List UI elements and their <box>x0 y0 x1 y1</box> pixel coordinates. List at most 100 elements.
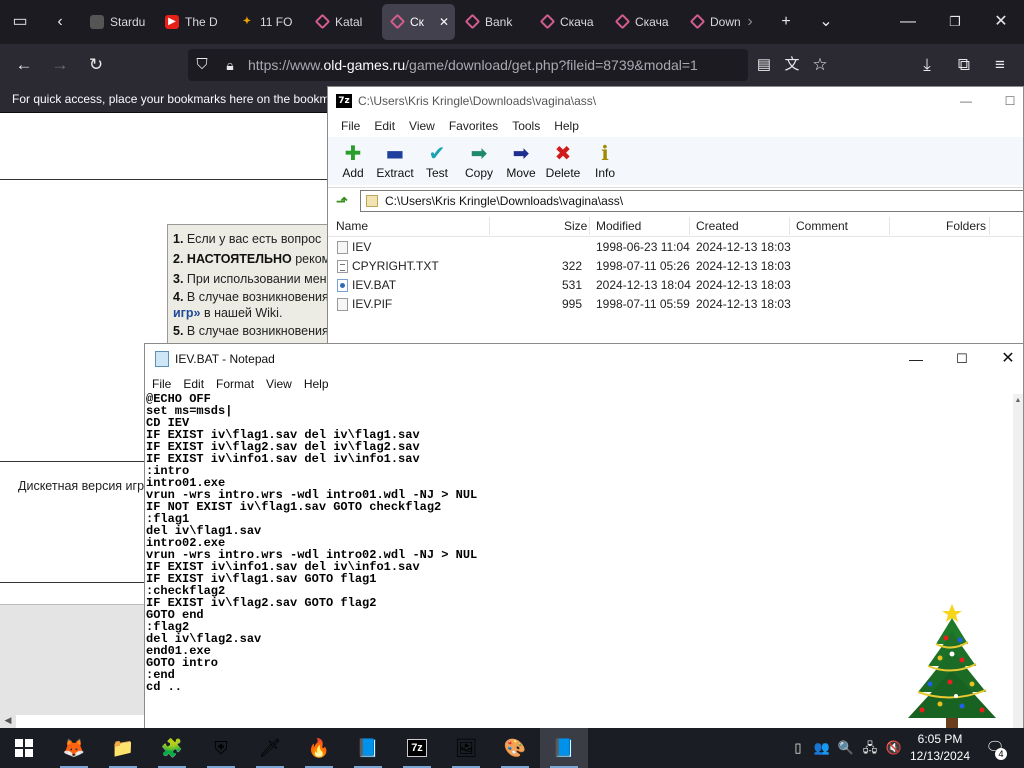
app2-icon[interactable]: 🖼 <box>442 728 490 768</box>
notepad-active-icon[interactable]: 📘 <box>540 728 588 768</box>
sevenzip-title-bar[interactable]: 7z C:\Users\Kris Kringle\Downloads\vagin… <box>328 87 1023 115</box>
translate-icon[interactable]: 文 <box>780 53 804 77</box>
test-button[interactable]: ✔ Test <box>416 137 458 185</box>
menu-view[interactable]: View <box>260 374 298 394</box>
browser-tab[interactable]: Скача <box>532 4 605 40</box>
menu-file[interactable]: File <box>146 374 177 394</box>
maximize-icon[interactable]: ☐ <box>939 344 985 374</box>
close-tab-icon[interactable]: ✕ <box>439 4 449 40</box>
tab-scroll-left-icon[interactable]: ‹ <box>48 10 72 34</box>
browser-tab[interactable]: Скача <box>607 4 680 40</box>
browser-tab[interactable]: ✦ 11 FO <box>232 4 305 40</box>
extensions-icon[interactable]: ⧉ <box>952 53 976 77</box>
minimize-icon[interactable]: — <box>956 91 976 111</box>
game2-icon[interactable]: 🔥 <box>295 728 343 768</box>
reader-view-icon[interactable]: ▤ <box>752 53 776 77</box>
bookmark-star-icon[interactable]: ☆ <box>808 53 832 77</box>
extract-button[interactable]: ▬ Extract <box>374 137 416 185</box>
url-bar[interactable]: ⛉ 🔒︎ https://www.old-games.ru/game/downl… <box>188 49 748 81</box>
folder-up-icon[interactable]: ⬏ <box>332 191 352 211</box>
app-icon[interactable]: 🧩 <box>148 728 196 768</box>
column-name[interactable]: Name <box>336 215 368 237</box>
file-row[interactable]: IEV.PIF 995 1998-07-11 05:59 2024-12-13 18:… <box>328 295 1023 314</box>
game-icon[interactable]: 🗡 <box>246 728 294 768</box>
column-modified[interactable]: Modified <box>596 215 641 237</box>
tab-scroll-right-icon[interactable]: › <box>738 10 762 34</box>
menu-icon[interactable]: ≡ <box>988 53 1012 77</box>
menu-file[interactable]: File <box>334 115 367 137</box>
floppy-version-label[interactable]: Дискетная версия игр <box>18 479 144 493</box>
downloads-icon[interactable]: ⤓ <box>915 53 939 77</box>
info-button[interactable]: ℹ Info <box>584 137 626 185</box>
back-icon[interactable]: ← <box>12 53 36 77</box>
menu-edit[interactable]: Edit <box>177 374 210 394</box>
path-input[interactable]: C:\Users\Kris Kringle\Downloads\vagina\a… <box>360 190 1023 212</box>
tab-strip: Stardu ▶ The D ✦ 11 FO Katal Ск ✕ Bank Скача Скача… <box>82 4 757 40</box>
restore-icon[interactable]: ❐ <box>943 10 967 34</box>
move-button[interactable]: ➡ Move <box>500 137 542 185</box>
delete-button[interactable]: ✖ Delete <box>542 137 584 185</box>
file-explorer-icon[interactable]: 📁 <box>99 728 147 768</box>
close-window-icon[interactable]: ✕ <box>989 10 1013 34</box>
file-row[interactable]: CPYRIGHT.TXT 322 1998-07-11 05:26 2024-12-1… <box>328 257 1023 276</box>
sevenzip-menu-bar: File Edit View Favorites Tools Help <box>328 115 1023 137</box>
close-icon[interactable]: ✕ <box>985 344 1023 374</box>
firefox-icon[interactable]: 🦊 <box>50 728 98 768</box>
column-comment[interactable]: Comment <box>796 215 848 237</box>
minimize-icon[interactable]: — <box>896 10 920 34</box>
paint-icon[interactable]: 🎨 <box>491 728 539 768</box>
scroll-left-icon[interactable]: ◀ <box>0 712 16 728</box>
column-created[interactable]: Created <box>696 215 739 237</box>
add-button[interactable]: ✚ Add <box>332 137 374 185</box>
menu-favorites[interactable]: Favorites <box>442 115 505 137</box>
browser-tab[interactable]: Stardu <box>82 4 155 40</box>
tab-overview-icon[interactable]: ▭ <box>8 10 32 34</box>
vertical-scrollbar[interactable]: ▲ <box>1013 394 1023 728</box>
network-icon[interactable]: 🖧 <box>860 738 880 758</box>
shield-icon[interactable]: ⛨ <box>197 728 245 768</box>
lock-icon[interactable]: 🔒︎ <box>218 53 242 77</box>
7zip-icon[interactable]: 7z <box>393 728 441 768</box>
old-games-icon <box>539 13 556 30</box>
menu-tools[interactable]: Tools <box>505 115 547 137</box>
column-size[interactable]: Size <box>564 215 587 237</box>
forward-icon[interactable]: → <box>48 53 72 77</box>
menu-help[interactable]: Help <box>547 115 586 137</box>
url-text[interactable]: https://www.old-games.ru/game/download/g… <box>248 49 698 81</box>
copy-button[interactable]: ➡ Copy <box>458 137 500 185</box>
browser-tab[interactable]: Ск ✕ <box>382 4 455 40</box>
volume-muted-icon[interactable]: 🔇 <box>884 738 904 758</box>
new-tab-icon[interactable]: + <box>774 10 798 34</box>
menu-view[interactable]: View <box>402 115 442 137</box>
notepad-menu-bar: File Edit Format View Help <box>145 374 1023 394</box>
menu-help[interactable]: Help <box>298 374 335 394</box>
notification-center-icon[interactable]: 🗨 4 <box>980 736 1010 760</box>
file-row[interactable]: IEV 1998-06-23 11:04 2024-12-13 18:03 <box>328 238 1023 257</box>
search-app-icon[interactable]: 🔍 <box>836 738 856 758</box>
notepad-icon[interactable]: 📘 <box>344 728 392 768</box>
minimize-icon[interactable]: — <box>893 344 939 374</box>
people-icon[interactable]: 👥 <box>812 738 832 758</box>
menu-format[interactable]: Format <box>210 374 260 394</box>
wiki-link[interactable]: игр» <box>173 306 200 320</box>
tracking-protection-icon[interactable]: ⛉ <box>190 53 214 77</box>
code-line: IF EXIST iv\info1.sav del iv\info1.sav <box>146 452 420 466</box>
reload-icon[interactable]: ↻ <box>84 53 108 77</box>
toolbar-label: Delete <box>545 166 581 180</box>
browser-tab[interactable]: ▶ The D <box>157 4 230 40</box>
browser-tab[interactable]: Bank <box>457 4 530 40</box>
maximize-icon[interactable]: ☐ <box>1000 91 1020 111</box>
notepad-text-area[interactable]: @ECHO OFF set ms=msds| CD IEV IF EXIST iv\f… <box>145 393 1013 728</box>
list-tabs-icon[interactable]: ⌄ <box>814 10 838 34</box>
notepad-title-bar[interactable]: IEV.BAT - Notepad — ☐ ✕ <box>145 344 1023 374</box>
browser-tab[interactable]: Katal <box>307 4 380 40</box>
file-list-header: Name Size Modified Created Comment Folde… <box>328 215 1023 237</box>
desktop-icon[interactable]: ▯ <box>788 738 808 758</box>
file-row[interactable]: IEV.BAT 531 2024-12-13 18:04 2024-12-13 18:… <box>328 276 1023 295</box>
menu-edit[interactable]: Edit <box>367 115 402 137</box>
file-created: 2024-12-13 18:03 <box>696 240 791 254</box>
start-button[interactable] <box>0 728 48 768</box>
system-clock[interactable]: 6:05 PM 12/13/2024 <box>908 731 972 765</box>
scroll-up-icon[interactable]: ▲ <box>1013 396 1023 406</box>
column-folders[interactable]: Folders <box>946 215 986 237</box>
